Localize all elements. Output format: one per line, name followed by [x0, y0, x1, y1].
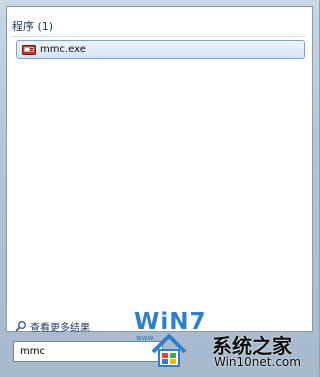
house-logo-icon	[151, 334, 187, 367]
mmc-icon	[22, 44, 36, 55]
see-more-results-link[interactable]: 查看更多结果	[15, 319, 90, 334]
programs-group-header[interactable]: 程序 (1)	[12, 20, 306, 34]
result-item-label: mmc.exe	[40, 43, 86, 55]
search-results-panel: 程序 (1) mmc.exe 查看更多结果	[6, 6, 313, 334]
start-menu-frame: 程序 (1) mmc.exe 查看更多结果 WiN7 www.	[0, 0, 319, 377]
result-item-mmc[interactable]: mmc.exe	[16, 40, 305, 59]
search-input[interactable]	[13, 341, 163, 362]
group-divider	[12, 36, 306, 37]
watermark-site-url: Win10net.com	[214, 355, 301, 369]
search-icon	[15, 321, 26, 332]
see-more-label: 查看更多结果	[30, 322, 90, 334]
